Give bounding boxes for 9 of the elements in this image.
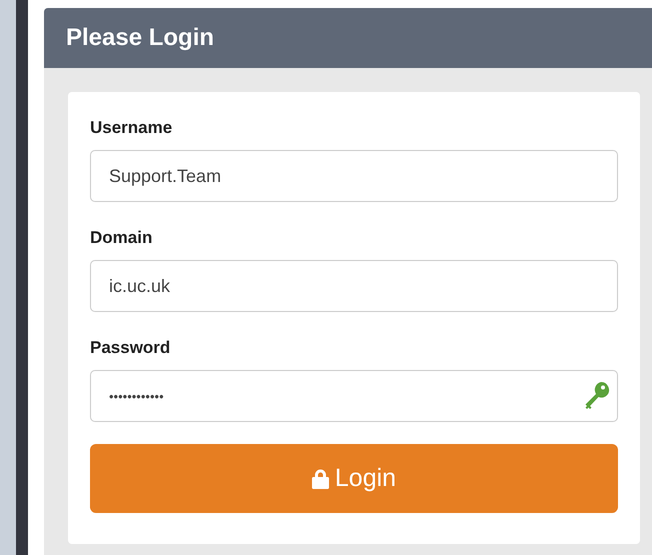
field-label: Username (90, 118, 172, 138)
field-label: Domain (90, 228, 152, 248)
field-label: Password (90, 338, 170, 358)
panel-title: Please Login (66, 24, 214, 52)
lock-icon (312, 468, 329, 488)
input-field[interactable]: Support.Team (90, 150, 618, 202)
input-field[interactable]: ic.uc.uk (90, 260, 618, 312)
password-field[interactable]: •••••••••••• (90, 370, 618, 422)
key-icon (584, 381, 610, 411)
